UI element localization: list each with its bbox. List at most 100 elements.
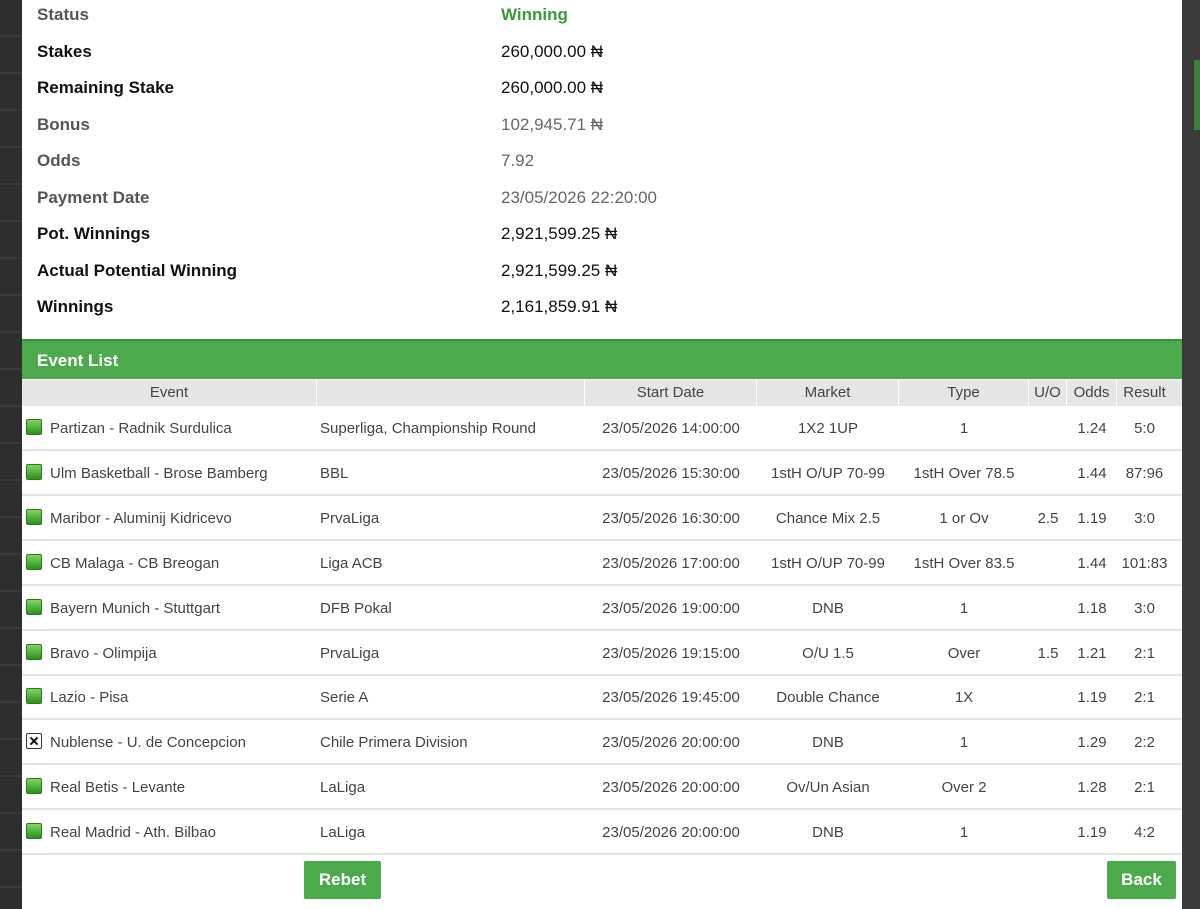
- table-row[interactable]: Bravo - Olimpija PrvaLiga 23/05/2026 19:15…: [22, 631, 1182, 676]
- cell-event: Real Betis - Levante: [50, 779, 186, 797]
- cell-league: LaLiga: [320, 779, 366, 797]
- summary-label: Winnings: [37, 297, 114, 316]
- backdrop-left: [0, 0, 22, 909]
- cell-market: DNB: [812, 599, 844, 617]
- cell-league: BBL: [320, 464, 349, 482]
- won-status-icon: [26, 598, 42, 615]
- summary-label: Actual Potential Winning: [37, 260, 238, 280]
- table-row[interactable]: CB Malaga - CB Breogan Liga ACB 23/05/2026…: [22, 541, 1182, 586]
- col-type: Type: [899, 380, 1029, 406]
- cell-market: Chance Mix 2.5: [775, 509, 881, 527]
- cell-type: 1: [959, 824, 969, 842]
- cell-type: Over 2: [941, 779, 987, 797]
- col-start-date: Start Date: [585, 380, 757, 406]
- rebet-button[interactable]: Rebet: [304, 861, 381, 899]
- cell-start-date: 23/05/2026 16:30:00: [602, 509, 740, 527]
- won-status-icon: [26, 823, 42, 840]
- cell-odds: 1.24: [1077, 420, 1107, 437]
- table-row[interactable]: Real Madrid - Ath. Bilbao LaLiga 23/05/202…: [22, 810, 1182, 856]
- summary-row: Odds 7.92: [22, 143, 1182, 179]
- cell-type: 1X: [954, 689, 974, 707]
- cell-result: 2:2: [1134, 734, 1155, 752]
- cell-uo: [1029, 810, 1067, 855]
- event-table-header: Event Start Date Market Type U/O Odds Re…: [22, 380, 1182, 406]
- won-status-icon: [26, 553, 42, 570]
- summary-value: 2,921,599.25 ₦: [501, 260, 618, 280]
- cell-event: Real Madrid - Ath. Bilbao: [50, 824, 216, 842]
- backdrop-right: [1182, 0, 1200, 909]
- cell-start-date: 23/05/2026 19:45:00: [602, 689, 740, 707]
- cell-type: 1: [959, 599, 969, 617]
- cell-market: 1X2 1UP: [797, 420, 859, 437]
- table-row[interactable]: Bayern Munich - Stuttgart DFB Pokal 23/05/…: [22, 586, 1182, 631]
- cell-event: Bayern Munich - Stuttgart: [50, 599, 221, 617]
- cell-uo: [1029, 765, 1067, 810]
- cell-type: 1: [959, 420, 969, 437]
- cell-odds: 1.19: [1077, 824, 1107, 842]
- cell-market: Ov/Un Asian: [786, 779, 870, 797]
- table-row[interactable]: Partizan - Radnik Surdulica Superliga, Ch…: [22, 406, 1182, 451]
- cell-start-date: 23/05/2026 15:30:00: [602, 464, 740, 482]
- cell-league: Superliga, Championship Round: [320, 420, 536, 437]
- cell-uo: [1029, 541, 1067, 586]
- won-status-icon: [26, 463, 42, 480]
- event-list-header: Event List: [22, 339, 1182, 379]
- cell-market: 1stH O/UP 70-99: [771, 554, 885, 572]
- table-row[interactable]: Ulm Basketball - Brose Bamberg BBL 23/05/2…: [22, 451, 1182, 496]
- cell-event: Lazio - Pisa: [50, 689, 129, 707]
- cell-league: DFB Pokal: [320, 599, 392, 617]
- summary-label: Odds: [37, 151, 81, 170]
- summary-label: Remaining Stake: [37, 78, 174, 97]
- won-status-icon: [26, 508, 42, 525]
- scrollbar-thumb[interactable]: [1194, 60, 1200, 130]
- cell-result: 101:83: [1121, 554, 1168, 572]
- cell-event: CB Malaga - CB Breogan: [50, 554, 220, 572]
- summary-row: Pot. Winnings 2,921,599.25 ₦: [22, 216, 1182, 252]
- summary-row: Payment Date 23/05/2026 22:20:00: [22, 180, 1182, 216]
- cell-type: 1: [959, 734, 969, 752]
- cell-odds: 1.28: [1077, 779, 1107, 797]
- summary-label: Payment Date: [37, 187, 150, 207]
- col-result: Result: [1123, 384, 1166, 401]
- bet-details-modal: Status Winning Stakes 260,000.00 ₦ Remaining…: [22, 0, 1182, 909]
- col-event: Event: [22, 380, 317, 406]
- table-row[interactable]: Lazio - Pisa Serie A 23/05/2026 19:45:00 Do…: [22, 675, 1182, 721]
- lost-status-icon: [26, 733, 42, 750]
- col-market: Market: [757, 380, 899, 406]
- cell-uo: 2.5: [1037, 509, 1059, 527]
- cell-league: Serie A: [320, 689, 369, 707]
- summary-value: 260,000.00 ₦: [501, 78, 604, 97]
- table-row[interactable]: Real Betis - Levante LaLiga 23/05/2026 20:…: [22, 765, 1182, 811]
- cell-odds: 1.44: [1077, 554, 1107, 572]
- summary-value: 2,161,859.91 ₦: [501, 297, 618, 316]
- cell-event: Ulm Basketball - Brose Bamberg: [50, 464, 268, 482]
- cell-result: 2:1: [1134, 689, 1155, 707]
- cell-uo: [1029, 675, 1067, 720]
- cell-event: Bravo - Olimpija: [50, 644, 157, 662]
- cell-type: Over: [947, 644, 981, 662]
- cell-event: Nublense - U. de Concepcion: [50, 734, 246, 752]
- cell-odds: 1.44: [1077, 464, 1107, 482]
- summary-value: 260,000.00 ₦: [501, 41, 604, 61]
- summary-row: Actual Potential Winning 2,921,599.25 ₦: [22, 253, 1182, 289]
- cell-start-date: 23/05/2026 20:00:00: [602, 824, 740, 842]
- cell-type: 1stH Over 78.5: [913, 464, 1015, 482]
- col-uo: U/O: [1029, 380, 1067, 406]
- cell-league: Chile Primera Division: [320, 734, 468, 752]
- cell-start-date: 23/05/2026 17:00:00: [602, 554, 740, 572]
- cell-start-date: 23/05/2026 14:00:00: [602, 420, 740, 437]
- table-row[interactable]: Maribor - Aluminij Kidricevo PrvaLiga 23/0…: [22, 496, 1182, 541]
- col-odds: Odds: [1067, 380, 1117, 406]
- cell-start-date: 23/05/2026 20:00:00: [602, 779, 740, 797]
- cell-event: Partizan - Radnik Surdulica: [50, 420, 232, 437]
- cell-league: LaLiga: [320, 824, 366, 842]
- cell-odds: 1.19: [1077, 509, 1107, 527]
- cell-market: DNB: [812, 734, 844, 752]
- cell-league: PrvaLiga: [320, 644, 380, 662]
- summary-value: 2,921,599.25 ₦: [501, 224, 618, 243]
- cell-market: DNB: [812, 824, 844, 842]
- table-row[interactable]: Nublense - U. de Concepcion Chile Primera…: [22, 720, 1182, 766]
- cell-odds: 1.21: [1077, 644, 1107, 662]
- cell-start-date: 23/05/2026 20:00:00: [602, 734, 740, 752]
- back-button[interactable]: Back: [1107, 861, 1176, 899]
